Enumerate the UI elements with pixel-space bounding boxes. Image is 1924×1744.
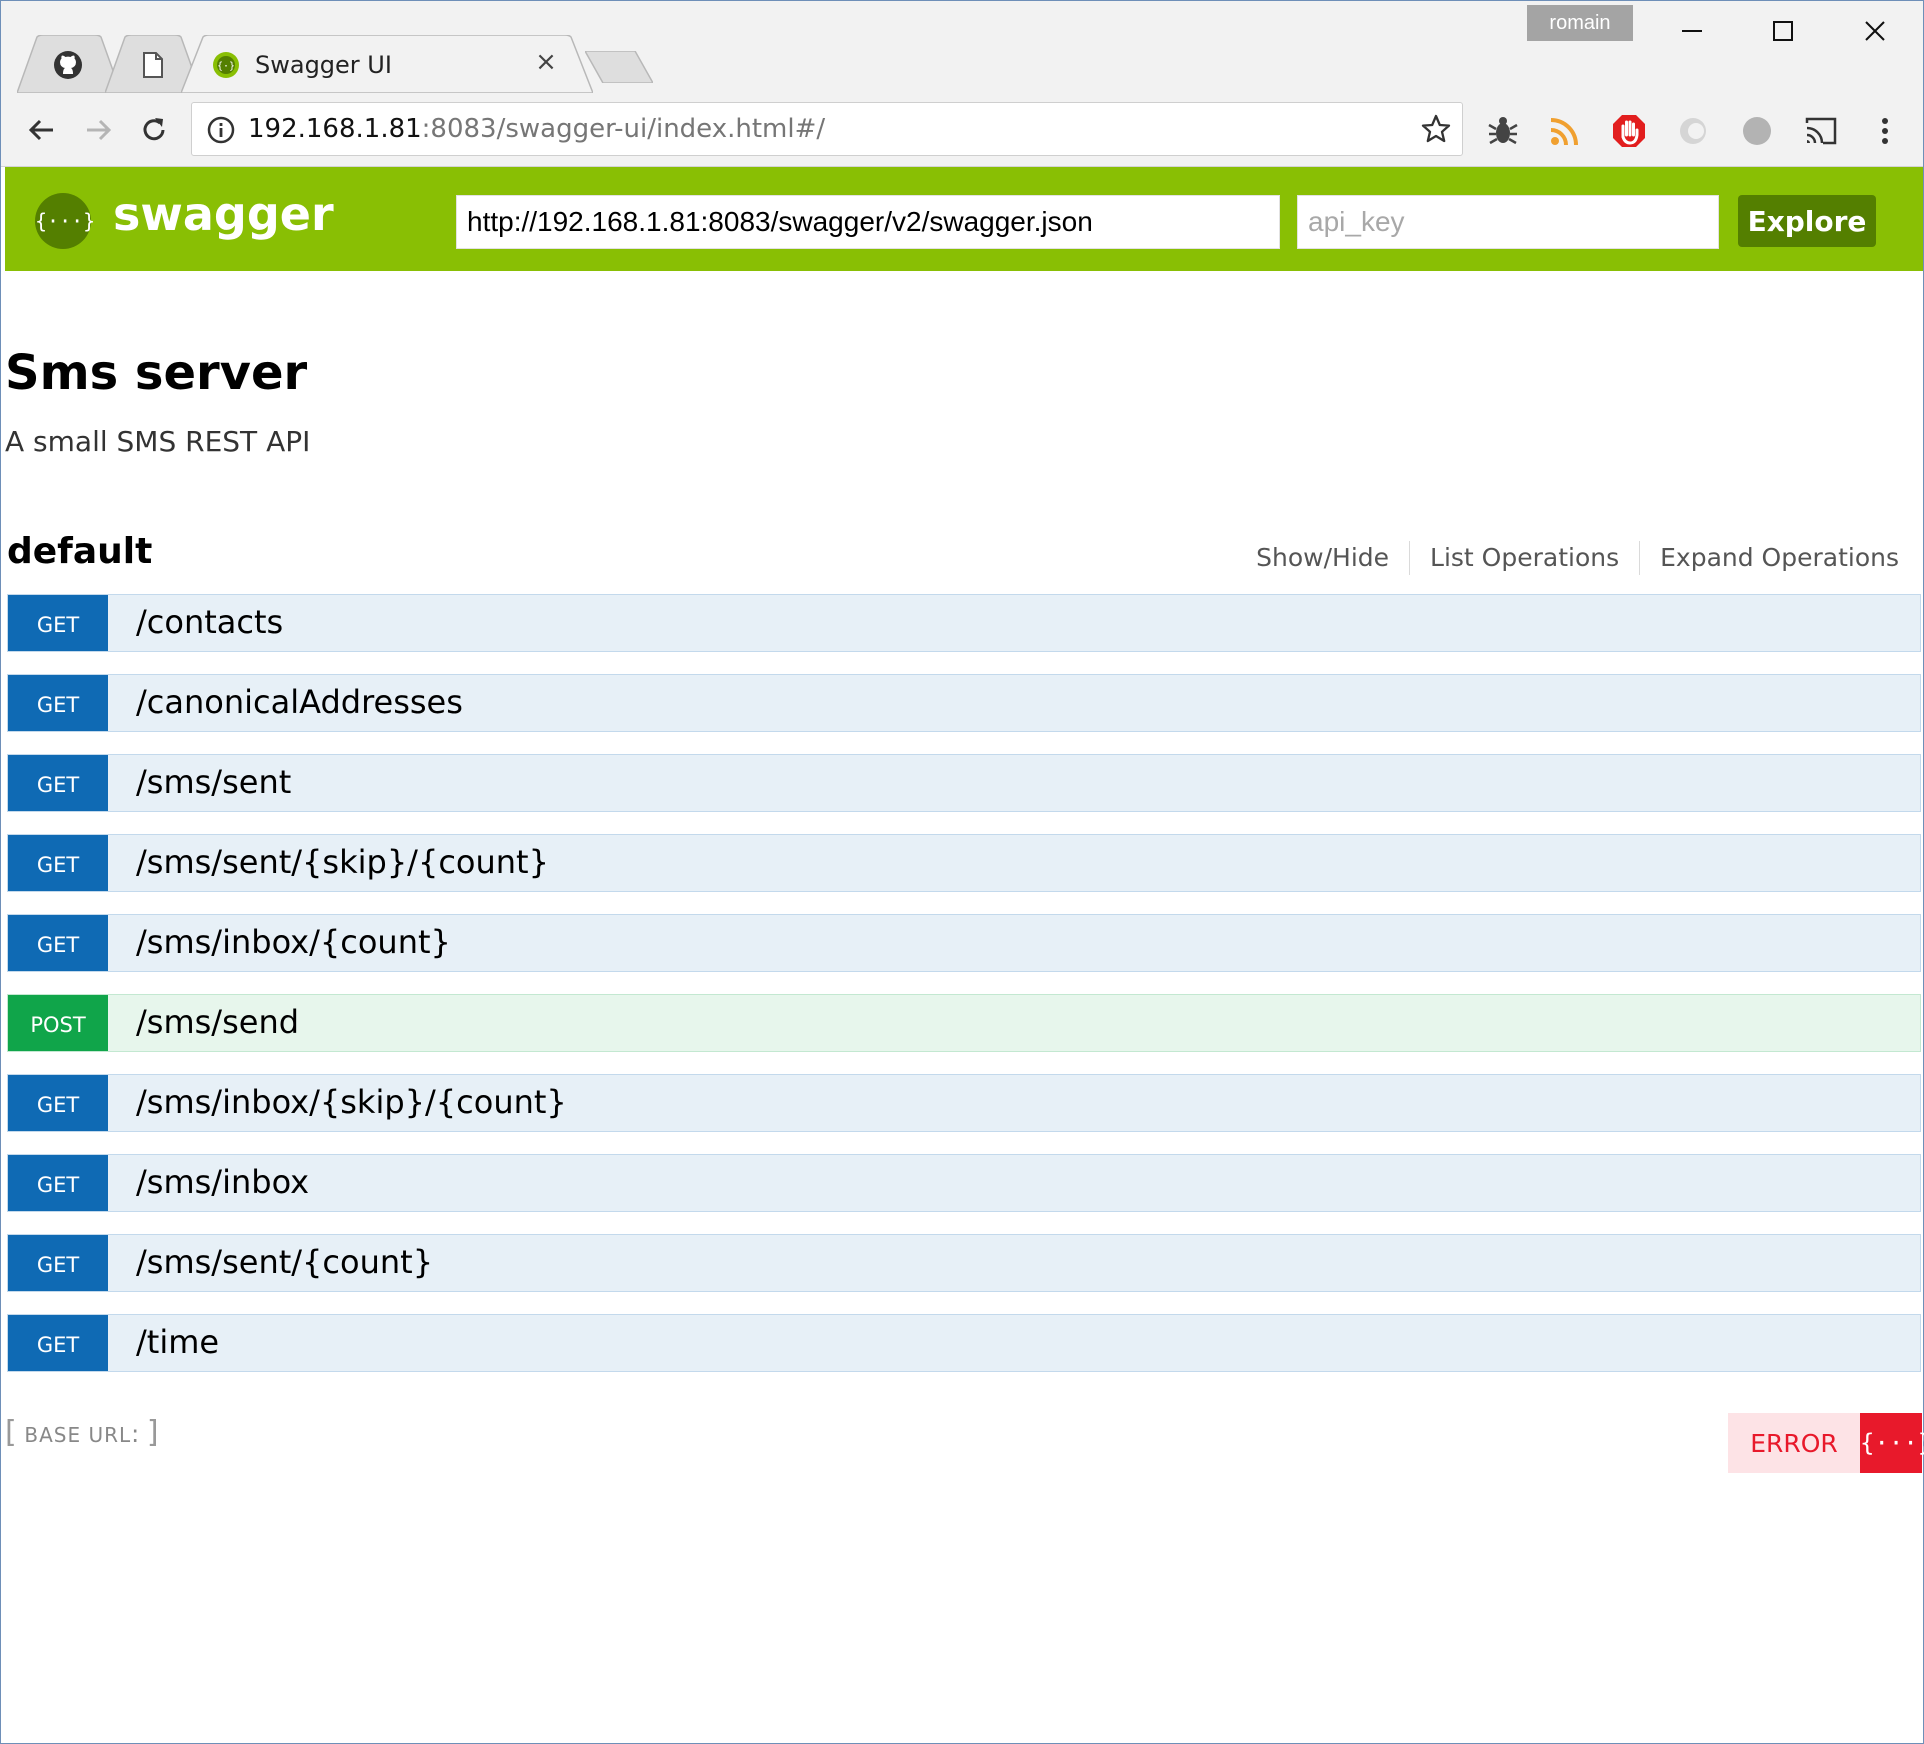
maximize-button[interactable]: [1753, 9, 1813, 53]
bug-icon: [1488, 117, 1518, 145]
http-method-badge[interactable]: GET: [8, 675, 108, 731]
info-icon[interactable]: [206, 115, 236, 145]
swagger-logo-icon: {···}: [35, 193, 95, 249]
http-method-badge[interactable]: GET: [8, 835, 108, 891]
ring-icon: [1680, 118, 1706, 144]
api-description: A small SMS REST API: [5, 425, 311, 458]
operation-row[interactable]: GET /sms/sent: [7, 754, 1921, 812]
validator-badge[interactable]: ERROR {···}: [1728, 1413, 1924, 1473]
forward-button[interactable]: [77, 109, 119, 151]
http-method-badge[interactable]: GET: [8, 915, 108, 971]
base-url-label: BASE URL: [24, 1423, 132, 1447]
svg-text:{·}: {·}: [217, 61, 235, 72]
extension-grey-dot-button[interactable]: [1737, 111, 1777, 151]
http-method-badge[interactable]: POST: [8, 995, 108, 1051]
cast-icon: [1805, 117, 1837, 145]
base-url-colon: :: [131, 1420, 140, 1448]
list-operations-link[interactable]: List Operations: [1410, 541, 1641, 575]
http-method-badge[interactable]: GET: [8, 1155, 108, 1211]
http-method-badge[interactable]: GET: [8, 595, 108, 651]
operation-path[interactable]: /sms/sent/{skip}/{count}: [136, 843, 549, 881]
new-tab-icon: [585, 51, 653, 83]
reload-button[interactable]: [133, 109, 175, 151]
extension-rss-button[interactable]: [1545, 111, 1585, 151]
rss-icon: [1550, 118, 1578, 146]
kebab-menu-icon: [1882, 118, 1888, 144]
resource-group-links: Show/Hide List Operations Expand Operati…: [1236, 541, 1899, 575]
adblock-hand-icon: [1613, 115, 1645, 147]
swagger-header: {···} swagger Explore: [5, 167, 1923, 271]
show-hide-link[interactable]: Show/Hide: [1236, 541, 1411, 575]
maximize-icon: [1773, 21, 1793, 41]
operation-row[interactable]: GET /time: [7, 1314, 1921, 1372]
swagger-title: swagger: [113, 187, 334, 241]
operation-path[interactable]: /canonicalAddresses: [136, 683, 463, 721]
extension-grey-ring-button[interactable]: [1673, 111, 1713, 151]
circle-icon: [1743, 117, 1771, 145]
arrow-right-icon: [87, 119, 112, 141]
operation-path[interactable]: /contacts: [136, 603, 283, 641]
api-title: Sms server: [5, 345, 308, 401]
bookmark-star-icon[interactable]: [1420, 113, 1452, 145]
operation-row[interactable]: GET /sms/sent/{count}: [7, 1234, 1921, 1292]
extension-adblock-button[interactable]: [1609, 111, 1649, 151]
operation-row[interactable]: GET /sms/inbox: [7, 1154, 1921, 1212]
profile-badge[interactable]: romain: [1527, 5, 1633, 41]
back-button[interactable]: [21, 109, 63, 151]
expand-operations-link[interactable]: Expand Operations: [1640, 541, 1899, 575]
url-path: :8083/swagger-ui/index.html#/: [421, 114, 826, 144]
operation-path[interactable]: /time: [136, 1323, 219, 1361]
operation-row[interactable]: GET /sms/inbox/{skip}/{count}: [7, 1074, 1921, 1132]
close-window-button[interactable]: [1845, 9, 1905, 53]
validator-braces-icon[interactable]: {···}: [1860, 1413, 1924, 1473]
swagger-favicon-icon: {·}: [211, 50, 241, 80]
resource-group-title[interactable]: default: [7, 531, 152, 572]
cast-button[interactable]: [1801, 111, 1841, 151]
operation-path[interactable]: /sms/inbox/{skip}/{count}: [136, 1083, 567, 1121]
operation-row[interactable]: GET /canonicalAddresses: [7, 674, 1921, 732]
operation-row[interactable]: GET /contacts: [7, 594, 1921, 652]
http-method-badge[interactable]: GET: [8, 1315, 108, 1371]
operation-path[interactable]: /sms/send: [136, 1003, 299, 1041]
http-method-badge[interactable]: GET: [8, 1235, 108, 1291]
tab-close-icon[interactable]: ×: [531, 47, 561, 77]
url-text: 192.168.1.81:8083/swagger-ui/index.html#…: [248, 114, 825, 144]
base-url-footer: [ BASE URL: ]: [5, 1415, 159, 1450]
http-method-badge[interactable]: GET: [8, 755, 108, 811]
url-host: 192.168.1.81: [248, 114, 422, 144]
extension-bug-button[interactable]: [1483, 111, 1523, 151]
http-method-badge[interactable]: GET: [8, 1075, 108, 1131]
close-icon: [1865, 21, 1885, 41]
reload-icon: [143, 118, 165, 141]
document-icon: [138, 50, 168, 80]
tab-title: Swagger UI: [255, 51, 392, 79]
api-key-input[interactable]: [1297, 195, 1719, 249]
minimize-icon: [1682, 30, 1702, 32]
base-url-bracket-open: [: [5, 1415, 17, 1450]
title-bar: {·} Swagger UI × romain: [1, 1, 1923, 93]
operation-path[interactable]: /sms/sent/{count}: [136, 1243, 433, 1281]
browser-toolbar: 192.168.1.81:8083/swagger-ui/index.html#…: [1, 93, 1923, 167]
address-bar[interactable]: 192.168.1.81:8083/swagger-ui/index.html#…: [191, 102, 1463, 156]
operation-row[interactable]: GET /sms/sent/{skip}/{count}: [7, 834, 1921, 892]
arrow-left-icon: [28, 119, 53, 141]
menu-button[interactable]: [1865, 111, 1905, 151]
operation-path[interactable]: /sms/sent: [136, 763, 291, 801]
browser-window: {·} Swagger UI × romain 192.168.1.81:808…: [0, 0, 1924, 1744]
explore-button[interactable]: Explore: [1738, 195, 1876, 247]
spec-url-input[interactable]: [456, 195, 1280, 249]
operation-path[interactable]: /sms/inbox: [136, 1163, 309, 1201]
operation-row[interactable]: GET /sms/inbox/{count}: [7, 914, 1921, 972]
new-tab-button[interactable]: [585, 51, 653, 83]
github-icon: [53, 50, 83, 80]
operation-path[interactable]: /sms/inbox/{count}: [136, 923, 451, 961]
operation-row[interactable]: POST /sms/send: [7, 994, 1921, 1052]
base-url-bracket-close: ]: [146, 1415, 159, 1450]
minimize-button[interactable]: [1662, 9, 1722, 53]
validator-status[interactable]: ERROR: [1728, 1413, 1860, 1473]
